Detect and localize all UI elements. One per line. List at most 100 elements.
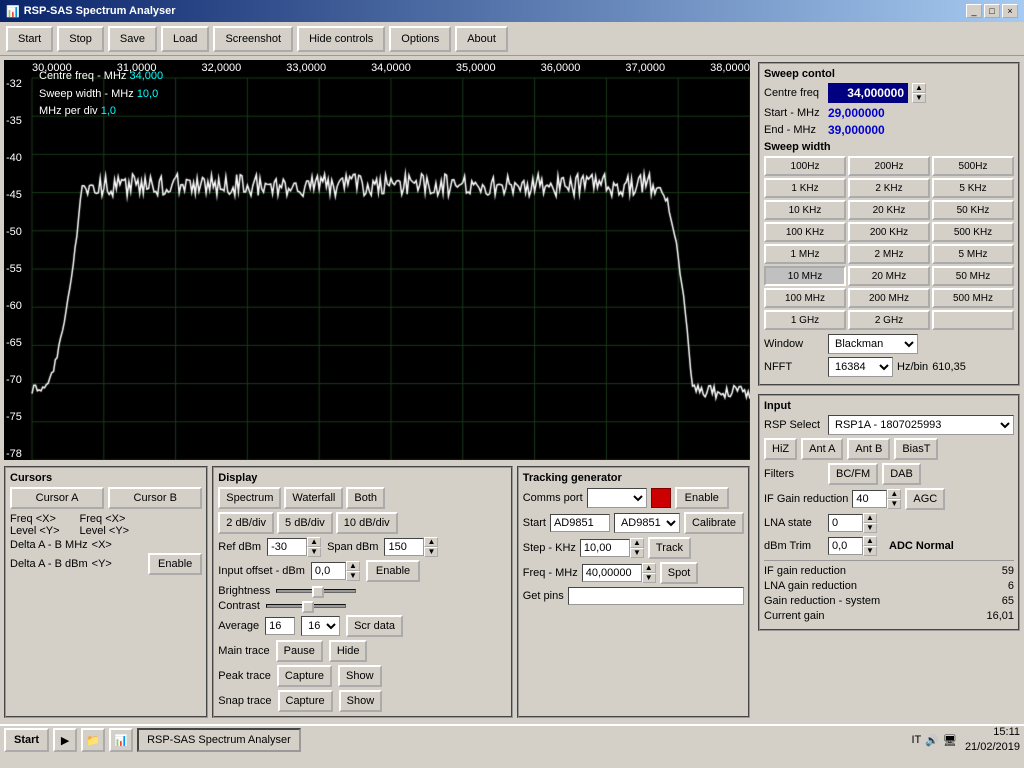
- freq-1ghz[interactable]: 1 GHz: [764, 310, 846, 330]
- calibrate-btn[interactable]: Calibrate: [684, 512, 744, 534]
- offset-enable-btn[interactable]: Enable: [366, 560, 420, 582]
- freq-10mhz[interactable]: 10 MHz: [764, 266, 846, 286]
- both-btn[interactable]: Both: [346, 487, 385, 509]
- if-gain-input[interactable]: [852, 490, 887, 508]
- freq-2khz[interactable]: 2 KHz: [848, 178, 930, 198]
- waterfall-btn[interactable]: Waterfall: [284, 487, 343, 509]
- biastee-btn[interactable]: BiasT: [894, 438, 938, 460]
- freq-100mhz[interactable]: 100 MHz: [764, 288, 846, 308]
- offset-down[interactable]: ▼: [346, 571, 360, 581]
- get-pins-input[interactable]: [568, 587, 744, 605]
- freq-50mhz[interactable]: 50 MHz: [932, 266, 1014, 286]
- centre-freq-up[interactable]: ▲: [912, 83, 926, 93]
- ant-a-btn[interactable]: Ant A: [801, 438, 843, 460]
- stop-toolbar-btn[interactable]: Stop: [57, 26, 104, 52]
- pause-btn[interactable]: Pause: [276, 640, 323, 662]
- freq-mhz-input[interactable]: [582, 564, 642, 582]
- hide-controls-btn[interactable]: Hide controls: [297, 26, 385, 52]
- freq-10khz[interactable]: 10 KHz: [764, 200, 846, 220]
- if-gain-up[interactable]: ▲: [887, 489, 901, 499]
- cursor-a-btn[interactable]: Cursor A: [10, 487, 104, 509]
- lna-state-input[interactable]: [828, 514, 863, 532]
- freq-500mhz[interactable]: 500 MHz: [932, 288, 1014, 308]
- freq-up[interactable]: ▲: [642, 563, 656, 573]
- lna-up[interactable]: ▲: [863, 513, 877, 523]
- 5db-btn[interactable]: 5 dB/div: [277, 512, 333, 534]
- freq-2mhz[interactable]: 2 MHz: [848, 244, 930, 264]
- about-toolbar-btn[interactable]: About: [455, 26, 508, 52]
- lna-down[interactable]: ▼: [863, 523, 877, 533]
- cursor-b-btn[interactable]: Cursor B: [108, 487, 202, 509]
- freq-50khz[interactable]: 50 KHz: [932, 200, 1014, 220]
- maximize-btn[interactable]: □: [984, 4, 1000, 18]
- window-select[interactable]: Blackman: [828, 334, 918, 354]
- save-toolbar-btn[interactable]: Save: [108, 26, 157, 52]
- freq-20mhz[interactable]: 20 MHz: [848, 266, 930, 286]
- ant-b-btn[interactable]: Ant B: [847, 438, 890, 460]
- cursor-enable-btn[interactable]: Enable: [148, 553, 202, 575]
- span-dbm-up[interactable]: ▲: [424, 537, 438, 547]
- options-toolbar-btn[interactable]: Options: [389, 26, 451, 52]
- freq-down[interactable]: ▼: [642, 573, 656, 583]
- snap-capture-btn[interactable]: Capture: [278, 690, 333, 712]
- if-gain-down[interactable]: ▼: [887, 499, 901, 509]
- minimize-btn[interactable]: _: [966, 4, 982, 18]
- close-btn[interactable]: ×: [1002, 4, 1018, 18]
- span-dbm-input[interactable]: [384, 538, 424, 556]
- freq-100hz[interactable]: 100Hz: [764, 156, 846, 176]
- quick-launch-1[interactable]: ▶: [53, 728, 77, 752]
- agc-btn[interactable]: AGC: [905, 488, 945, 510]
- freq-500khz[interactable]: 500 KHz: [932, 222, 1014, 242]
- tracking-enable-btn[interactable]: Enable: [675, 487, 729, 509]
- freq-1mhz[interactable]: 1 MHz: [764, 244, 846, 264]
- tg-start-select[interactable]: AD9851: [614, 513, 680, 533]
- ref-dbm-down[interactable]: ▼: [307, 547, 321, 557]
- average-input[interactable]: [265, 617, 295, 635]
- freq-200hz[interactable]: 200Hz: [848, 156, 930, 176]
- freq-500hz[interactable]: 500Hz: [932, 156, 1014, 176]
- freq-200khz[interactable]: 200 KHz: [848, 222, 930, 242]
- freq-5khz[interactable]: 5 KHz: [932, 178, 1014, 198]
- 10db-btn[interactable]: 10 dB/div: [336, 512, 398, 534]
- start-toolbar-btn[interactable]: Start: [6, 26, 53, 52]
- brightness-slider[interactable]: [276, 589, 356, 593]
- freq-2ghz[interactable]: 2 GHz: [848, 310, 930, 330]
- spot-btn[interactable]: Spot: [660, 562, 699, 584]
- step-khz-input[interactable]: [580, 539, 630, 557]
- input-offset-input[interactable]: [311, 562, 346, 580]
- quick-launch-2[interactable]: 📁: [81, 728, 105, 752]
- offset-up[interactable]: ▲: [346, 561, 360, 571]
- contrast-slider[interactable]: [266, 604, 346, 608]
- rsp-select[interactable]: RSP1A - 1807025993: [828, 415, 1014, 435]
- spectrum-btn[interactable]: Spectrum: [218, 487, 281, 509]
- ref-dbm-input[interactable]: [267, 538, 307, 556]
- tg-start-input[interactable]: [550, 514, 610, 532]
- ref-dbm-up[interactable]: ▲: [307, 537, 321, 547]
- taskbar-app-label[interactable]: RSP-SAS Spectrum Analyser: [137, 728, 301, 752]
- freq-1khz[interactable]: 1 KHz: [764, 178, 846, 198]
- scr-data-btn[interactable]: Scr data: [346, 615, 403, 637]
- screenshot-toolbar-btn[interactable]: Screenshot: [213, 26, 293, 52]
- dbm-trim-input[interactable]: [828, 537, 863, 555]
- bcfm-btn[interactable]: BC/FM: [828, 463, 878, 485]
- snap-show-btn[interactable]: Show: [339, 690, 383, 712]
- peak-capture-btn[interactable]: Capture: [277, 665, 332, 687]
- trim-up[interactable]: ▲: [863, 536, 877, 546]
- step-up[interactable]: ▲: [630, 538, 644, 548]
- hiz-btn[interactable]: HiZ: [764, 438, 797, 460]
- track-btn[interactable]: Track: [648, 537, 691, 559]
- quick-launch-3[interactable]: 📊: [109, 728, 133, 752]
- dab-btn[interactable]: DAB: [882, 463, 921, 485]
- load-toolbar-btn[interactable]: Load: [161, 26, 209, 52]
- comms-port-select[interactable]: [587, 488, 647, 508]
- trim-down[interactable]: ▼: [863, 546, 877, 556]
- centre-freq-down[interactable]: ▼: [912, 93, 926, 103]
- freq-20khz[interactable]: 20 KHz: [848, 200, 930, 220]
- freq-5mhz[interactable]: 5 MHz: [932, 244, 1014, 264]
- span-dbm-down[interactable]: ▼: [424, 547, 438, 557]
- peak-show-btn[interactable]: Show: [338, 665, 382, 687]
- average-select[interactable]: 16: [301, 616, 340, 636]
- hide-btn[interactable]: Hide: [329, 640, 368, 662]
- 2db-btn[interactable]: 2 dB/div: [218, 512, 274, 534]
- freq-200mhz[interactable]: 200 MHz: [848, 288, 930, 308]
